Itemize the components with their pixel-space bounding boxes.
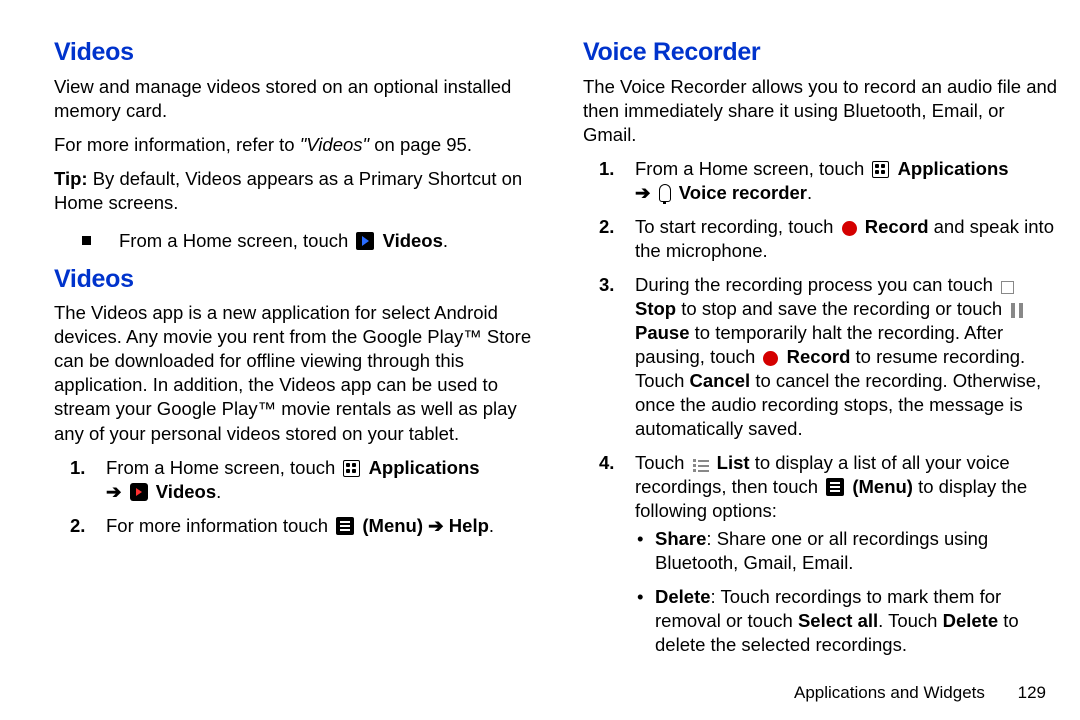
record-label: Record (865, 216, 929, 237)
menu-icon (336, 517, 354, 535)
applications-grid-icon (872, 161, 889, 178)
videos-app-description: The Videos app is a new application for … (54, 301, 549, 445)
vr-step-1: 1. From a Home screen, touch Application… (583, 157, 1063, 205)
option-delete: • Delete: Touch recordings to mark them … (635, 585, 1063, 657)
stop-icon (1001, 281, 1014, 294)
tip-block: Tip: By default, Videos appears as a Pri… (54, 167, 549, 215)
menu-label: (Menu) (852, 476, 913, 497)
applications-label: Applications (898, 158, 1009, 179)
applications-label: Applications (369, 457, 480, 478)
list-icon (693, 459, 709, 472)
heading-videos-2: Videos (54, 263, 549, 296)
record-icon (842, 221, 857, 236)
share-label: Share (655, 528, 706, 549)
heading-voice-recorder: Voice Recorder (583, 36, 1063, 69)
videos-steps: 1. From a Home screen, touch Application… (54, 456, 549, 538)
voice-recorder-label: Voice recorder (679, 182, 807, 203)
menu-label: (Menu) (362, 515, 423, 536)
pause-label: Pause (635, 322, 690, 343)
list-label: List (717, 452, 750, 473)
footer-section: Applications and Widgets (794, 683, 985, 702)
step-2: 2. For more information touch (Menu) ➔ H… (54, 514, 549, 538)
menu-icon (826, 478, 844, 496)
videos-app-label: Videos (156, 481, 216, 502)
arrow-icon: ➔ (428, 515, 444, 536)
square-bullet-icon (82, 236, 91, 245)
videos-xref: For more information, refer to "Videos" … (54, 133, 549, 157)
bullet-from-home: From a Home screen, touch Videos. (54, 229, 549, 253)
videos-intro-1: View and manage videos stored on an opti… (54, 75, 549, 123)
vr-step-4: 4. Touch List to display a list of all y… (583, 451, 1063, 667)
step-1: 1. From a Home screen, touch Application… (54, 456, 549, 504)
vr-step-3: 3. During the recording process you can … (583, 273, 1063, 441)
right-column: Voice Recorder The Voice Recorder allows… (583, 36, 1063, 678)
arrow-icon: ➔ (106, 481, 122, 502)
select-all-label: Select all (798, 610, 878, 631)
record-label: Record (787, 346, 851, 367)
manual-page: Videos View and manage videos stored on … (0, 0, 1080, 720)
cancel-label: Cancel (690, 370, 751, 391)
voice-recorder-steps: 1. From a Home screen, touch Application… (583, 157, 1063, 668)
applications-grid-icon (343, 460, 360, 477)
left-column: Videos View and manage videos stored on … (54, 36, 549, 678)
heading-videos-1: Videos (54, 36, 549, 69)
vr-step-2: 2. To start recording, touch Record and … (583, 215, 1063, 263)
record-icon (763, 351, 778, 366)
delete-action-label: Delete (943, 610, 999, 631)
page-footer: Applications and Widgets 129 (794, 682, 1046, 704)
videos-app-icon (130, 483, 148, 501)
options-list: • Share: Share one or all recordings usi… (635, 527, 1063, 657)
two-column-layout: Videos View and manage videos stored on … (54, 36, 1080, 678)
delete-label: Delete (655, 586, 711, 607)
page-number: 129 (1018, 683, 1046, 702)
microphone-icon (659, 184, 671, 202)
tip-label: Tip: (54, 168, 88, 189)
tip-text: By default, Videos appears as a Primary … (54, 168, 522, 213)
help-label: Help (449, 515, 489, 536)
stop-label: Stop (635, 298, 676, 319)
pause-icon (1010, 303, 1024, 318)
arrow-icon: ➔ (635, 182, 651, 203)
videos-play-icon (356, 232, 374, 250)
option-share: • Share: Share one or all recordings usi… (635, 527, 1063, 575)
voice-recorder-intro: The Voice Recorder allows you to record … (583, 75, 1063, 147)
videos-label: Videos (383, 230, 443, 251)
